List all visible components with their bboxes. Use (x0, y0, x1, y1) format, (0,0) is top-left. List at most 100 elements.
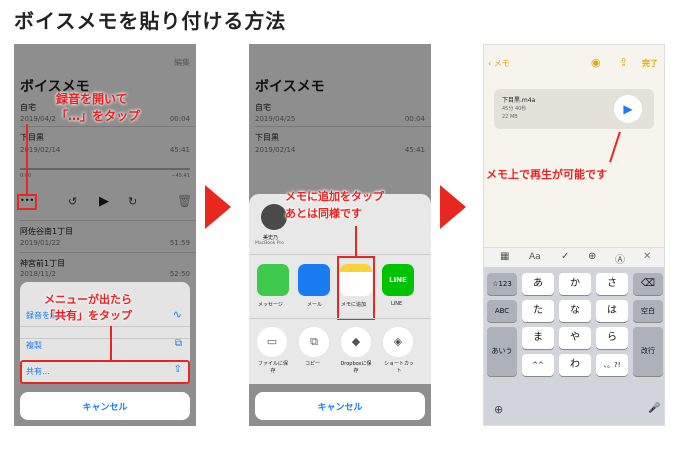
share-sheet: 美史乃 MacBook Pro メッセージ メール メモに追加 LINE LIN… (249, 194, 431, 384)
notes-app-icon[interactable] (340, 264, 372, 296)
step-arrow-1 (205, 185, 231, 229)
recording-date: 2018/11/2 (20, 270, 56, 278)
key[interactable]: わ (559, 354, 591, 376)
dropbox-icon[interactable]: ◆ (341, 327, 371, 357)
duplicate-icon: ⧉ (174, 338, 182, 349)
delete-key[interactable]: ⌫ (633, 273, 663, 295)
return-key[interactable]: 改行 (633, 327, 663, 376)
callout-line (110, 326, 112, 362)
key[interactable]: ら (596, 327, 628, 349)
share-icon[interactable]: ⇪ (619, 56, 628, 69)
mail-app-icon[interactable] (298, 264, 330, 296)
menu-item-share[interactable]: 共有... (26, 366, 50, 377)
recording-duration: 00:04 (169, 115, 190, 123)
key[interactable]: は (596, 300, 628, 322)
more-icon: ••• (20, 196, 35, 205)
recording-duration: 51:59 (169, 239, 190, 247)
globe-icon[interactable]: ⊕ (494, 403, 503, 416)
numbers-key[interactable]: ☆123 (487, 273, 517, 295)
kana-key[interactable]: あいう (487, 327, 517, 376)
key[interactable]: た (522, 300, 554, 322)
cancel-label: キャンセル (82, 403, 128, 413)
microphone-icon[interactable]: 🎤 (648, 403, 660, 414)
app-label: メモに追加 (341, 302, 367, 308)
key[interactable]: さ (596, 273, 628, 295)
key[interactable]: あ (522, 273, 554, 295)
app-label: LINE (391, 301, 403, 307)
action-label: コピー (305, 361, 321, 367)
recording-date: 2019/02/14 (255, 146, 296, 154)
waveform-icon: ∿ (172, 308, 182, 321)
shortcuts-icon[interactable]: ◈ (383, 327, 413, 357)
share-icon: ⇪ (173, 364, 182, 375)
recording-title: 下目黒 (255, 133, 279, 142)
people-icon[interactable]: ◉ (591, 56, 601, 69)
cancel-label: キャンセル (317, 403, 363, 413)
abc-key[interactable]: ABC (487, 300, 517, 322)
back-button[interactable]: ‹ メモ (488, 58, 510, 69)
file-size: 22 MB (502, 114, 518, 120)
callout-playback: メモ上で再生が可能です (486, 168, 607, 181)
recording-title[interactable]: 神宮前1丁目 (20, 258, 65, 269)
callout-line (355, 226, 357, 256)
recording-title[interactable]: 下目黒 (20, 132, 44, 143)
key[interactable]: か (559, 273, 591, 295)
file-name: 下目黒.m4a (502, 97, 536, 104)
app-label: メール (307, 302, 323, 308)
table-icon[interactable]: ▦ (500, 251, 509, 262)
recording-title[interactable]: 自宅 (20, 102, 36, 113)
step-arrow-2 (440, 185, 466, 229)
menu-item-duplicate[interactable]: 複製 (26, 340, 42, 351)
app-label: メッセージ (258, 302, 283, 308)
avatar[interactable] (261, 204, 287, 230)
copy-icon[interactable]: ⧉ (299, 327, 329, 357)
play-icon[interactable]: ▶ (614, 95, 642, 123)
audio-attachment[interactable]: 下目黒.m4a 45分 40秒 22 MB ▶ (494, 89, 654, 129)
key[interactable]: ま (522, 327, 554, 349)
checklist-icon[interactable]: ✓ (561, 251, 569, 262)
recording-title: 自宅 (255, 103, 271, 112)
recording-date: 2019/04/2 (20, 115, 56, 123)
callout-add-to-notes: メモに追加をタップ あとは同様です (285, 190, 384, 220)
remaining-time: −45:41 (171, 173, 190, 179)
key[interactable]: な (559, 300, 591, 322)
app-title: ボイスメモ (255, 79, 325, 95)
action-label: ショートカット (383, 361, 414, 374)
key[interactable]: ^^ (522, 354, 554, 376)
callout-line (26, 124, 28, 194)
edit-button[interactable]: 編集 (174, 57, 190, 68)
share-sheet-screen: ボイスメモ 自宅 2019/04/25 00:04 下目黒 2019/02/14… (249, 44, 431, 426)
add-icon[interactable]: ⊕ (588, 251, 596, 262)
callout-share: メニューが出たら 「共有」をタップ (44, 293, 132, 322)
key[interactable]: や (559, 327, 591, 349)
recording-duration: 52:50 (169, 270, 190, 278)
space-key[interactable]: 空白 (633, 300, 663, 322)
scrubber[interactable] (20, 168, 190, 170)
recording-duration: 45:41 (169, 146, 190, 154)
close-icon[interactable]: ✕ (643, 251, 651, 262)
callout-open-recording: 録音を開いて 「…」をタップ (56, 92, 141, 123)
skip-forward-icon[interactable]: ↻ (128, 195, 137, 208)
trash-icon[interactable]: 🗑 (177, 194, 192, 208)
format-toolbar: ▦ Aa ✓ ⊕ Ⓐ ✕ (484, 247, 664, 267)
action-label: Dropboxに保存 (340, 361, 372, 374)
skip-back-icon[interactable]: ↺ (68, 195, 77, 208)
line-app-icon[interactable]: LINE (382, 264, 414, 296)
recording-duration: 45:41 (404, 146, 425, 154)
recording-title[interactable]: 阿佐谷南1丁目 (20, 226, 73, 237)
voice-memo-screen: 編集 ボイスメモ 自宅 2019/04/2 00:04 下目黒 2019/02/… (14, 44, 196, 426)
file-duration: 45分 40秒 (502, 106, 527, 112)
text-style-icon[interactable]: Aa (529, 252, 541, 262)
action-label: ファイルに保存 (257, 361, 288, 374)
page-title: ボイスメモを貼り付ける方法 (14, 9, 287, 33)
messages-app-icon[interactable] (257, 264, 289, 296)
keyboard: ☆123 あ か さ ⌫ ABC た な は 空白 ま や ら あいう 改行 ^… (484, 267, 664, 425)
recording-date: 2019/01/22 (20, 239, 61, 247)
key[interactable]: 、。?! (596, 354, 628, 376)
play-icon[interactable]: ▶ (99, 194, 109, 209)
folder-icon[interactable]: ▭ (257, 327, 287, 357)
notes-screen: ‹ メモ ◉ ⇪ 完了 下目黒.m4a 45分 40秒 22 MB ▶ メモ上で… (483, 44, 665, 426)
done-button[interactable]: 完了 (642, 58, 658, 69)
markup-icon[interactable]: Ⓐ (615, 251, 625, 266)
recording-date: 2019/04/25 (255, 115, 296, 123)
